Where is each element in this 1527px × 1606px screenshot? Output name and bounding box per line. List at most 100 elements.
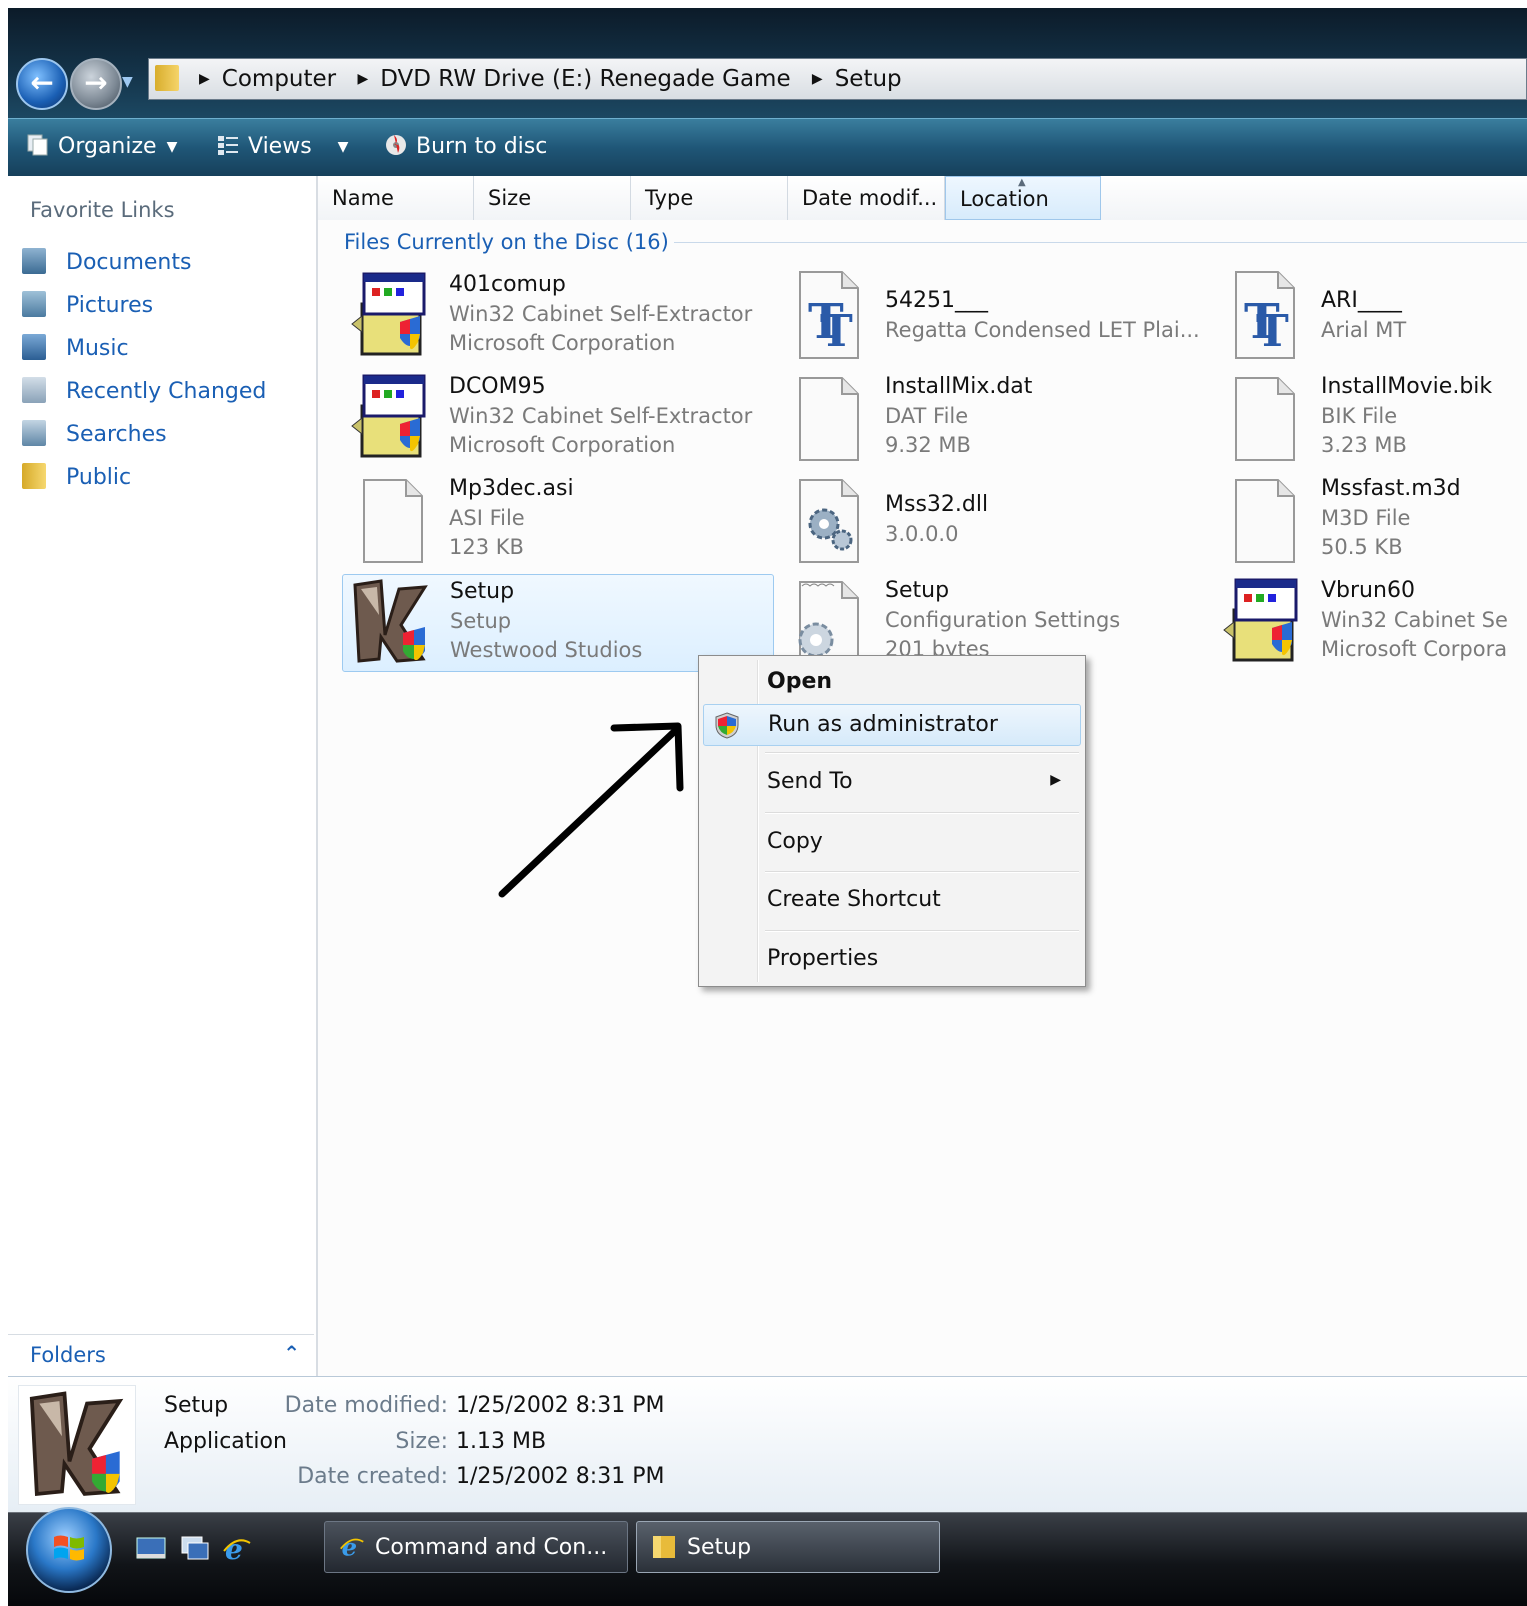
file-type: BIK File — [1321, 404, 1398, 428]
font-icon: TT — [1235, 271, 1295, 359]
blank-file-icon — [363, 479, 423, 563]
file-size: 50.5 KB — [1321, 535, 1403, 559]
column-header-size[interactable]: Size — [474, 176, 631, 220]
menu-separator — [765, 930, 1079, 932]
pictures-icon — [22, 291, 46, 317]
back-button[interactable]: ← — [16, 58, 68, 110]
file-type: Win32 Cabinet Se — [1321, 608, 1508, 632]
dropdown-arrow-icon: ▼ — [166, 139, 178, 155]
submenu-arrow-icon: ▶ — [1050, 772, 1061, 788]
sidebar-item-label: Pictures — [66, 293, 154, 318]
svg-text:e: e — [342, 1534, 357, 1560]
file-company: Microsoft Corpora — [1321, 637, 1508, 661]
organize-icon — [27, 134, 48, 156]
sidebar-item-searches[interactable]: Searches — [22, 420, 167, 454]
taskbar-button-label: Command and Con... — [375, 1535, 608, 1560]
column-label: Type — [645, 186, 694, 210]
taskbar: e e Command and Con... Setup — [8, 1507, 1527, 1606]
file-item[interactable]: Mp3dec.asi ASI File 123 KB — [342, 472, 772, 568]
taskbar-button-command-and-conquer[interactable]: e Command and Con... — [324, 1521, 628, 1573]
organize-label: Organize — [58, 134, 157, 159]
file-item[interactable]: Vbrun60 Win32 Cabinet Se Microsoft Corpo… — [1214, 574, 1527, 670]
file-type: Regatta Condensed LET Plai... — [885, 318, 1200, 342]
sidebar-item-label: Music — [66, 336, 129, 361]
file-item[interactable]: Mssfast.m3d M3D File 50.5 KB — [1214, 472, 1527, 568]
file-company: Microsoft Corporation — [449, 433, 676, 457]
public-folder-icon — [22, 463, 46, 489]
date-modified-label: Date modified: — [284, 1393, 448, 1418]
internet-explorer-icon[interactable]: e — [222, 1535, 252, 1563]
file-item[interactable]: DCOM95 Win32 Cabinet Self-Extractor Micr… — [342, 370, 772, 466]
views-button[interactable]: Views ▼ — [216, 133, 348, 159]
context-menu: Open Run as administrator Send To ▶ Copy … — [698, 655, 1086, 987]
menu-item-open[interactable]: Open — [703, 662, 1079, 702]
sort-up-icon: ▲ — [1018, 177, 1026, 188]
file-item[interactable]: TT ARI____ Arial MT — [1214, 268, 1527, 364]
file-name: 54251___ — [885, 288, 988, 313]
burn-to-disc-button[interactable]: Burn to disc — [384, 133, 547, 159]
file-size: 3.23 MB — [1321, 433, 1407, 457]
sidebar-item-documents[interactable]: Documents — [22, 248, 191, 282]
menu-item-label: Copy — [767, 829, 823, 854]
menu-separator — [765, 752, 1079, 754]
file-item[interactable]: 401comup Win32 Cabinet Self-Extractor Mi… — [342, 268, 772, 364]
windows-logo-icon — [54, 1535, 84, 1561]
column-header-type[interactable]: Type — [631, 176, 788, 220]
column-header-location[interactable]: ▲ Location — [945, 176, 1101, 220]
switch-windows-icon[interactable] — [180, 1535, 210, 1563]
menu-item-send-to[interactable]: Send To ▶ — [703, 762, 1079, 802]
documents-icon — [22, 248, 46, 274]
sidebar-item-pictures[interactable]: Pictures — [22, 291, 153, 325]
file-name: ARI____ — [1321, 288, 1402, 313]
group-header[interactable]: Files Currently on the Disc (16) — [344, 230, 669, 254]
column-header-name[interactable]: Name — [318, 176, 474, 220]
menu-item-create-shortcut[interactable]: Create Shortcut — [703, 880, 1079, 920]
folders-label: Folders — [30, 1343, 106, 1367]
burn-label: Burn to disc — [416, 134, 548, 159]
sidebar-item-music[interactable]: Music — [22, 334, 129, 368]
sidebar-item-label: Public — [66, 465, 132, 490]
dropdown-arrow-icon: ▼ — [337, 139, 349, 155]
column-header-date-modified[interactable]: Date modif... — [788, 176, 945, 220]
date-modified-value: 1/25/2002 8:31 PM — [456, 1393, 665, 1418]
forward-button[interactable]: → — [70, 58, 122, 110]
breadcrumb-setup[interactable]: Setup — [835, 66, 902, 92]
sidebar-item-public[interactable]: Public — [22, 463, 131, 497]
taskbar-button-setup[interactable]: Setup — [636, 1521, 940, 1573]
file-item[interactable]: InstallMix.dat DAT File 9.32 MB — [778, 370, 1208, 466]
organize-button[interactable]: Organize ▼ — [26, 133, 177, 159]
menu-item-run-as-administrator[interactable]: Run as administrator — [703, 704, 1081, 746]
chevron-right-icon[interactable]: ▶ — [357, 71, 368, 87]
chevron-right-icon[interactable]: ▶ — [199, 71, 210, 87]
favorite-links-heading: Favorite Links — [30, 198, 175, 222]
file-type: ASI File — [449, 506, 525, 530]
config-file-icon — [798, 581, 859, 665]
show-desktop-icon[interactable] — [136, 1535, 166, 1563]
installer-icon — [1223, 578, 1298, 662]
file-item[interactable]: Mss32.dll 3.0.0.0 — [778, 472, 1208, 568]
column-label: Name — [332, 186, 394, 210]
recent-pages-dropdown[interactable]: ▼ — [122, 74, 138, 90]
folders-toggle[interactable]: Folders ⌃ — [8, 1334, 314, 1377]
file-item[interactable]: TT 54251___ Regatta Condensed LET Plai..… — [778, 268, 1208, 364]
menu-separator — [765, 812, 1079, 814]
chevron-right-icon[interactable]: ▶ — [812, 71, 823, 87]
installer-icon — [351, 272, 426, 356]
sidebar-item-recently-changed[interactable]: Recently Changed — [22, 377, 266, 411]
sidebar-item-label: Searches — [66, 422, 167, 447]
address-bar[interactable]: ▶ Computer ▶ DVD RW Drive (E:) Renegade Ga… — [148, 58, 1527, 100]
breadcrumb-dvd-drive[interactable]: DVD RW Drive (E:) Renegade Game — [380, 66, 790, 92]
breadcrumb: ▶ Computer ▶ DVD RW Drive (E:) Renegade Ga… — [193, 66, 902, 92]
file-item[interactable]: InstallMovie.bik BIK File 3.23 MB — [1214, 370, 1527, 466]
chevron-up-icon: ⌃ — [283, 1341, 300, 1365]
address-bar-area: ← → ▼ ▶ Computer ▶ DVD RW Drive (E:) Reneg… — [8, 8, 1527, 118]
menu-item-properties[interactable]: Properties — [703, 939, 1079, 979]
uac-shield-icon — [715, 712, 739, 739]
file-name: InstallMovie.bik — [1321, 374, 1493, 399]
breadcrumb-computer[interactable]: Computer — [222, 66, 336, 92]
menu-item-label: Create Shortcut — [767, 887, 941, 912]
menu-item-copy[interactable]: Copy — [703, 822, 1079, 862]
column-header-spacer — [1101, 176, 1527, 220]
start-button[interactable] — [26, 1507, 112, 1593]
column-label: Date modif... — [802, 186, 938, 210]
